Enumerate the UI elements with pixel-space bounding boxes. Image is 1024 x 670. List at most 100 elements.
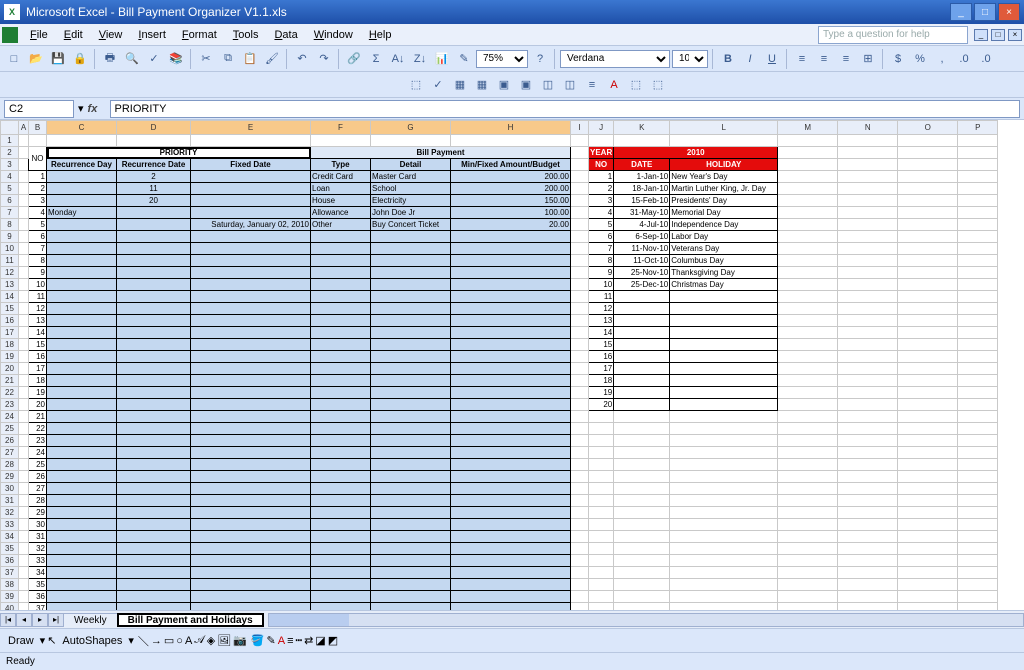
cell-amount[interactable] [451,555,571,567]
row-header[interactable]: 2 [1,147,19,159]
cell-rec-date[interactable]: 2 [117,171,191,183]
arrow-style-icon[interactable]: ⇄ [304,634,313,647]
cell-detail[interactable]: Master Card [371,171,451,183]
sort-desc-icon[interactable]: Z↓ [410,49,430,69]
cell-amount[interactable] [451,579,571,591]
open-icon[interactable]: 📂 [26,49,46,69]
row-header[interactable]: 38 [1,579,19,591]
cell-hol-name[interactable]: Christmas Day [670,279,778,291]
cell-rec-day[interactable] [47,579,117,591]
cell-fixed[interactable] [191,291,311,303]
row-header[interactable]: 35 [1,543,19,555]
cell-hol-no[interactable]: 1 [589,171,614,183]
cell-rec-day[interactable] [47,243,117,255]
cell-fixed[interactable] [191,519,311,531]
cell-amount[interactable]: 100.00 [451,207,571,219]
cell-hol-no[interactable]: 8 [589,255,614,267]
cell-detail[interactable] [371,279,451,291]
cell-hol-no[interactable]: 7 [589,243,614,255]
cell-rec-day[interactable] [47,447,117,459]
cell-no[interactable]: 36 [29,591,47,603]
cell-hol-name[interactable]: Martin Luther King, Jr. Day [670,183,778,195]
cell-rec-day[interactable] [47,363,117,375]
cell-detail[interactable] [371,351,451,363]
cell-detail[interactable] [371,435,451,447]
cell-amount[interactable] [451,363,571,375]
menu-window[interactable]: Window [306,27,361,43]
cell-amount[interactable] [451,303,571,315]
cell-type[interactable] [311,507,371,519]
cell-fixed[interactable] [191,471,311,483]
cell-fixed[interactable] [191,303,311,315]
cell-rec-day[interactable] [47,183,117,195]
cell-fixed[interactable] [191,555,311,567]
select-arrow-icon[interactable]: ↖ [47,634,56,647]
cell-amount[interactable]: 200.00 [451,183,571,195]
tb2-icon[interactable]: ◫ [538,75,558,95]
help-icon[interactable]: ? [530,49,550,69]
cell-fixed[interactable] [191,351,311,363]
copy-icon[interactable]: ⧉ [218,49,238,69]
row-header[interactable]: 37 [1,567,19,579]
cell-hol-name[interactable]: Thanksgiving Day [670,267,778,279]
cell-fixed[interactable] [191,579,311,591]
cell-type[interactable] [311,399,371,411]
cell-no[interactable]: 26 [29,471,47,483]
cell-no[interactable]: 2 [29,183,47,195]
cell-no[interactable]: 25 [29,459,47,471]
cell-fixed[interactable] [191,423,311,435]
cell-fixed[interactable] [191,387,311,399]
cell-rec-date[interactable] [117,339,191,351]
cell-no[interactable]: 14 [29,327,47,339]
cell-detail[interactable] [371,483,451,495]
cell-no[interactable]: 35 [29,579,47,591]
line-icon[interactable]: ＼ [138,633,149,649]
col-header[interactable]: B [29,121,47,135]
cell-rec-day[interactable] [47,471,117,483]
paste-icon[interactable]: 📋 [240,49,260,69]
cell-hol-date[interactable]: 11-Oct-10 [614,255,670,267]
cell-hol-no[interactable]: 2 [589,183,614,195]
cell-amount[interactable] [451,375,571,387]
cell-detail[interactable] [371,543,451,555]
undo-icon[interactable]: ↶ [292,49,312,69]
cell-amount[interactable] [451,519,571,531]
cell-fixed[interactable] [191,243,311,255]
cell-hol-no[interactable]: 12 [589,303,614,315]
new-icon[interactable]: □ [4,49,24,69]
row-header[interactable]: 16 [1,315,19,327]
cell-type[interactable]: Other [311,219,371,231]
row-header[interactable]: 40 [1,603,19,611]
cell-type[interactable] [311,327,371,339]
cell-detail[interactable] [371,519,451,531]
cell-rec-day[interactable] [47,543,117,555]
cell-detail[interactable] [371,387,451,399]
close-button[interactable]: × [998,3,1020,21]
row-header[interactable]: 17 [1,327,19,339]
line-style-icon[interactable]: ≡ [287,635,293,647]
cell-amount[interactable] [451,279,571,291]
row-header[interactable]: 30 [1,483,19,495]
cell-rec-day[interactable] [47,603,117,611]
cell-hol-no[interactable]: 17 [589,363,614,375]
cell-hol-no[interactable]: 15 [589,339,614,351]
row-header[interactable]: 10 [1,243,19,255]
cell-fixed[interactable] [191,399,311,411]
cell-no[interactable]: 8 [29,255,47,267]
col-header[interactable]: J [589,121,614,135]
cell-fixed[interactable] [191,591,311,603]
cell-detail[interactable] [371,423,451,435]
row-header[interactable]: 33 [1,519,19,531]
cell-rec-day[interactable] [47,303,117,315]
chevron-down-icon[interactable]: ▾ [78,102,84,115]
spreadsheet-grid[interactable]: ABCDEFGHIJKLMNOP12NOPRIORITYBill Payment… [0,120,1024,610]
fill-color-icon[interactable]: 🪣 [251,634,265,647]
cell-fixed[interactable] [191,363,311,375]
redo-icon[interactable]: ↷ [314,49,334,69]
minimize-button[interactable]: _ [950,3,972,21]
cell-no[interactable]: 15 [29,339,47,351]
cell-no[interactable]: 19 [29,387,47,399]
cell-type[interactable] [311,339,371,351]
row-header[interactable]: 14 [1,291,19,303]
sort-asc-icon[interactable]: A↓ [388,49,408,69]
